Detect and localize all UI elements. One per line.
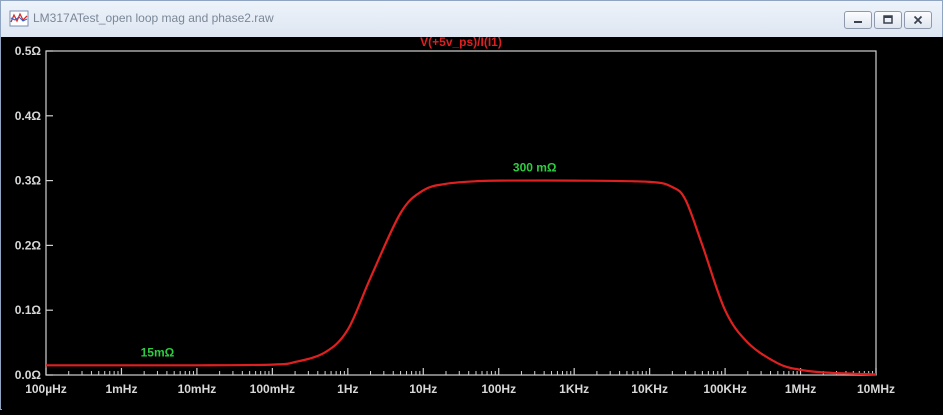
title-bar[interactable]: LM317ATest_open loop mag and phase2.raw: [1, 1, 942, 37]
plot-chart[interactable]: V(+5v_ps)/I(I1) 100µHz 1mHz 10mHz 100mHz 1Hz…: [2, 35, 943, 410]
maximize-button[interactable]: [874, 11, 902, 29]
x-tick-label: 1KHz: [559, 382, 589, 396]
close-icon: [905, 12, 931, 28]
minimize-button[interactable]: [844, 11, 872, 29]
x-tick-label: 100mHz: [250, 382, 295, 396]
plot-area[interactable]: V(+5v_ps)/I(I1) 100µHz 1mHz 10mHz 100mHz 1Hz…: [2, 35, 943, 410]
maximize-icon: [875, 12, 901, 28]
x-axis-ticks: 100µHz 1mHz 10mHz 100mHz 1Hz 10Hz 100Hz 1KHz 10K…: [25, 368, 895, 396]
x-tick-label: 100KHz: [703, 382, 746, 396]
close-button[interactable]: [904, 11, 932, 29]
x-tick-label: 10MHz: [857, 382, 895, 396]
waveform-plot-icon[interactable]: [9, 9, 29, 29]
window-title: LM317ATest_open loop mag and phase2.raw: [33, 11, 274, 25]
y-tick-label: 0.1Ω: [15, 303, 42, 317]
plot-window: LM317ATest_open loop mag and phase2.raw …: [0, 0, 943, 410]
y-tick-label: 0.2Ω: [15, 238, 42, 252]
x-tick-label: 10Hz: [409, 382, 437, 396]
y-tick-label: 0.0Ω: [15, 368, 42, 382]
minimize-icon: [845, 12, 871, 28]
plot-frame: [45, 50, 877, 376]
chart-title: V(+5v_ps)/I(I1): [420, 37, 502, 49]
x-tick-label: 100Hz: [481, 382, 516, 396]
y-tick-label: 0.3Ω: [15, 174, 42, 188]
annotation-label: 300 mΩ: [513, 161, 557, 175]
y-axis-ticks: 0.0Ω 0.1Ω 0.2Ω 0.3Ω 0.4Ω 0.5Ω: [15, 44, 53, 382]
x-tick-label: 10KHz: [631, 382, 668, 396]
x-tick-label: 1mHz: [105, 382, 137, 396]
x-tick-label: 100µHz: [25, 382, 67, 396]
annotation-label: 15mΩ: [141, 345, 175, 359]
y-tick-label: 0.4Ω: [15, 109, 42, 123]
y-tick-label: 0.5Ω: [15, 44, 42, 58]
x-tick-label: 1Hz: [337, 382, 358, 396]
x-tick-label: 10mHz: [178, 382, 217, 396]
x-tick-label: 1MHz: [785, 382, 816, 396]
